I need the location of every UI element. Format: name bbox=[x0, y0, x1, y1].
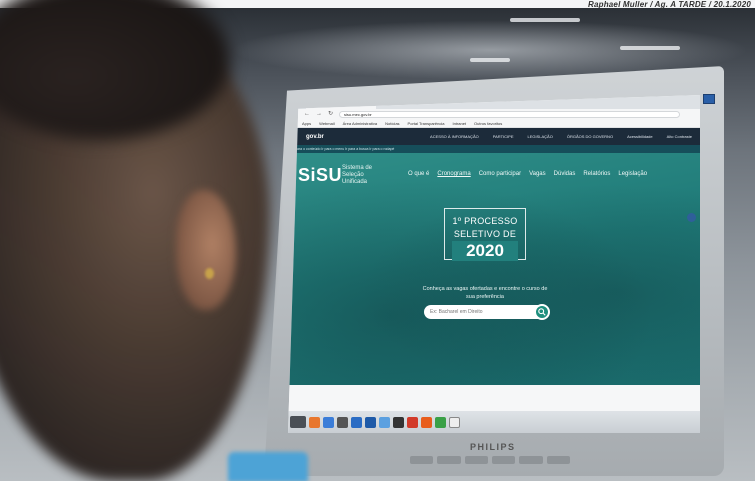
taskbar-app-icon[interactable] bbox=[435, 416, 446, 428]
reload-icon[interactable]: ↻ bbox=[328, 110, 333, 118]
address-bar[interactable]: sisu.mec.gov.br bbox=[339, 110, 680, 118]
screen: Sisu - Sistema de Seleção Unif… + ← → ↻ … bbox=[288, 95, 700, 433]
taskbar-app-icon[interactable] bbox=[421, 416, 432, 428]
gov-link[interactable]: LEGISLAÇÃO bbox=[527, 134, 552, 139]
ceiling-light bbox=[470, 58, 510, 62]
hero-copy: Conheça as vagas ofertadas e encontre o … bbox=[422, 286, 548, 300]
search-icon bbox=[538, 308, 546, 316]
bookmark-item[interactable]: Portal Transparência bbox=[408, 121, 445, 126]
monitor-button bbox=[464, 456, 488, 464]
gov-link[interactable]: ACESSO À INFORMAÇÃO bbox=[430, 134, 479, 139]
monitor-button bbox=[519, 456, 543, 464]
bookmark-item[interactable]: Apps bbox=[302, 121, 311, 126]
ceiling-light bbox=[620, 46, 680, 50]
hero-photo-overlay bbox=[288, 153, 700, 385]
taskbar bbox=[288, 411, 700, 433]
page-content-area bbox=[288, 385, 700, 411]
gov-link[interactable]: ÓRGÃOS DO GOVERNO bbox=[567, 134, 613, 139]
bookmarks-bar: Apps Webmail Área Administrativa Notícia… bbox=[288, 119, 700, 128]
gov-logo[interactable]: gov.br bbox=[306, 134, 324, 140]
nav-item-duvidas[interactable]: Dúvidas bbox=[554, 171, 576, 177]
back-arrow-icon[interactable]: ← bbox=[304, 110, 310, 118]
viewer-ear bbox=[176, 190, 236, 310]
process-title-line2: SELETIVO DE bbox=[453, 229, 517, 239]
nav-item-o-que-e[interactable]: O que é bbox=[408, 171, 429, 177]
nav-item-relatorios[interactable]: Relatórios bbox=[583, 171, 610, 177]
nav-item-cronograma[interactable]: Cronograma bbox=[437, 171, 470, 177]
monitor-button bbox=[410, 456, 434, 464]
monitor-brand: PHILIPS bbox=[470, 442, 516, 452]
photo: Raphael Muller / Ag. A TARDE / 20.1.2020… bbox=[0, 0, 755, 481]
nav-item-vagas[interactable]: Vagas bbox=[529, 171, 546, 177]
search-button[interactable] bbox=[534, 304, 550, 320]
earring bbox=[205, 268, 214, 279]
taskbar-app-icon[interactable] bbox=[379, 416, 390, 428]
taskbar-app-icon[interactable] bbox=[323, 416, 334, 428]
taskbar-app-icon[interactable] bbox=[309, 416, 320, 428]
skip-links[interactable]: Ir para o conteúdo Ir para o menu Ir par… bbox=[288, 145, 700, 153]
taskbar-app-icon[interactable] bbox=[337, 416, 348, 428]
taskbar-app-icon[interactable] bbox=[351, 416, 362, 428]
bookmark-item[interactable]: Webmail bbox=[319, 121, 335, 126]
monitor-buttons bbox=[410, 456, 570, 464]
gov-link[interactable]: PARTICIPE bbox=[493, 134, 514, 139]
bookmark-item[interactable]: Outros favoritos bbox=[474, 121, 502, 126]
taskbar-app-icon[interactable] bbox=[449, 416, 460, 428]
site-nav: O que é Cronograma Como participar Vagas… bbox=[408, 171, 647, 177]
search-input[interactable] bbox=[430, 307, 530, 317]
accessibility-icon[interactable] bbox=[687, 213, 696, 222]
taskbar-app-icon[interactable] bbox=[365, 416, 376, 428]
monitor-sticker bbox=[703, 94, 715, 104]
taskbar-app-icon[interactable] bbox=[393, 416, 404, 428]
sisu-logo[interactable]: SiSU bbox=[298, 165, 342, 186]
bookmark-item[interactable]: Intranet bbox=[452, 121, 466, 126]
bookmark-item[interactable]: Notícias bbox=[385, 121, 399, 126]
gov-link[interactable]: Alto Contraste bbox=[667, 134, 692, 139]
bookmark-item[interactable]: Área Administrativa bbox=[343, 121, 377, 126]
process-year: 2020 bbox=[452, 241, 518, 261]
gov-link[interactable]: Acessibilidade bbox=[627, 134, 653, 139]
taskbar-app-icon[interactable] bbox=[407, 416, 418, 428]
blue-object bbox=[228, 452, 308, 481]
gov-bar: gov.br ACESSO À INFORMAÇÃO PARTICIPE LEG… bbox=[288, 128, 700, 145]
photo-credit: Raphael Muller / Ag. A TARDE / 20.1.2020 bbox=[587, 0, 751, 9]
ceiling-light bbox=[510, 18, 580, 22]
nav-item-como-participar[interactable]: Como participar bbox=[479, 171, 521, 177]
sisu-tagline: Sistema de Seleção Unificada bbox=[342, 165, 373, 185]
monitor-button bbox=[437, 456, 461, 464]
hero-banner: SiSU Sistema de Seleção Unificada O que … bbox=[288, 153, 700, 385]
monitor-button bbox=[491, 456, 516, 464]
monitor-button bbox=[546, 456, 570, 464]
start-button[interactable] bbox=[290, 416, 306, 428]
process-title-line1: 1º PROCESSO bbox=[452, 216, 518, 226]
browser-toolbar: ← → ↻ sisu.mec.gov.br bbox=[288, 109, 700, 119]
nav-item-legislacao[interactable]: Legislação bbox=[618, 171, 647, 177]
forward-arrow-icon[interactable]: → bbox=[316, 110, 322, 118]
course-search bbox=[424, 304, 550, 320]
